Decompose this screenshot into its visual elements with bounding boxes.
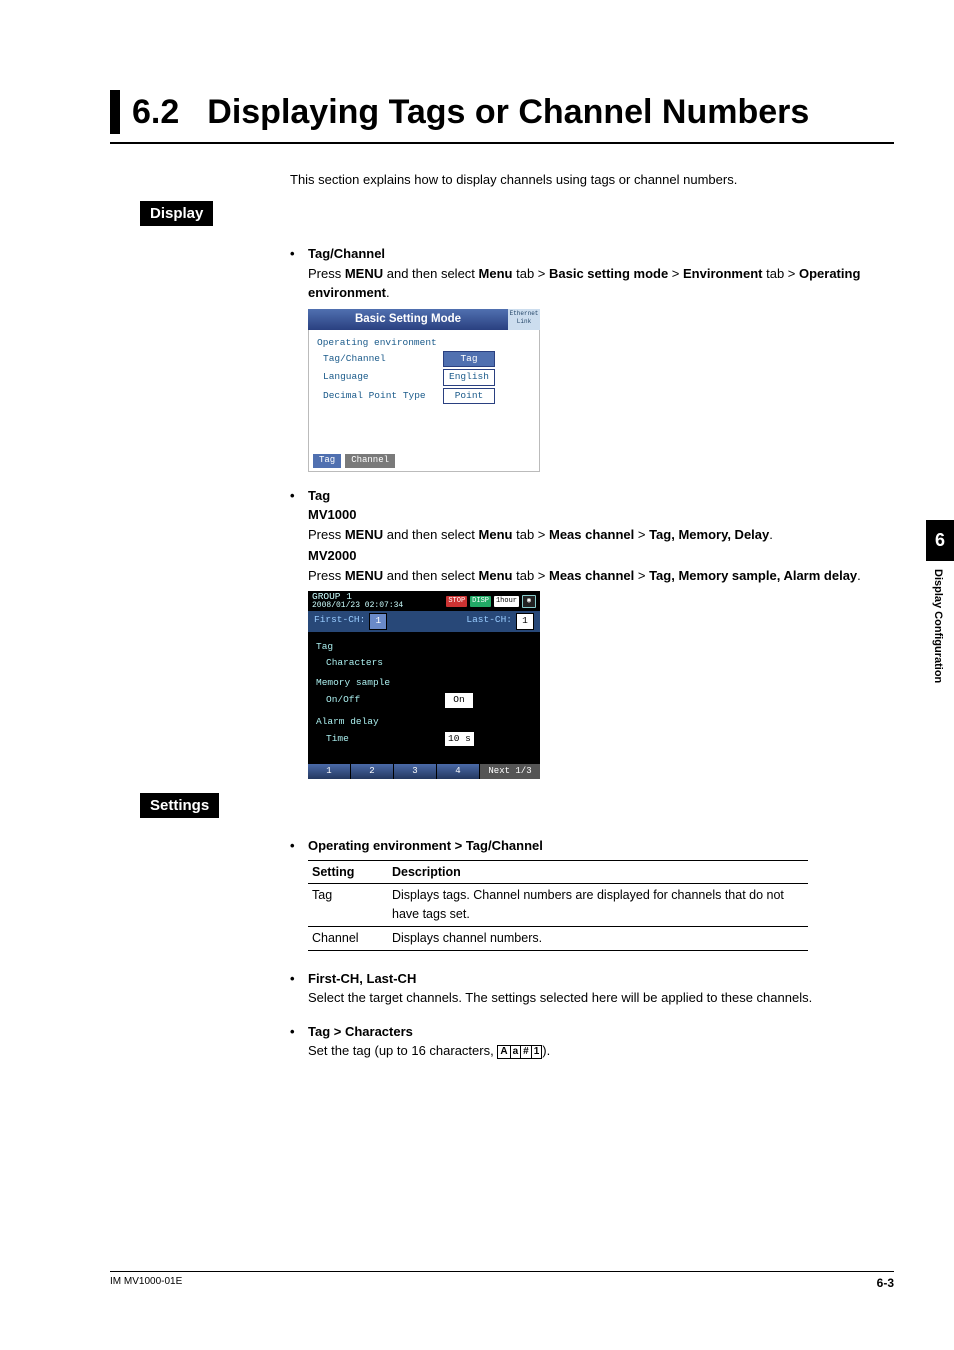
section-title: Displaying Tags or Channel Numbers (207, 92, 809, 133)
page-title-bar: 6.2 Displaying Tags or Channel Numbers (110, 90, 894, 144)
shot1-setting-label: Decimal Point Type (323, 389, 443, 403)
disp-badge: DISP (470, 596, 491, 607)
shot1-setting-row: LanguageEnglish (315, 368, 533, 386)
col-setting: Setting (308, 860, 388, 884)
shot1-footer-tab[interactable]: Tag (312, 454, 342, 468)
bullet-icon: • (290, 244, 308, 264)
camera-icon: ◉ (522, 595, 536, 608)
shot1-setting-label: Language (323, 370, 443, 384)
shot1-titlebar: Basic Setting Mode (308, 309, 508, 330)
tag-chars-body: Set the tag (up to 16 characters, Aa#1). (308, 1041, 894, 1061)
screenshot-channel-settings: GROUP 1 2008/01/23 02:07:34 STOP DISP 1h… (308, 591, 540, 779)
mv1000-instruction: Press MENU and then select Menu tab > Me… (308, 525, 894, 545)
shot2-footer-tab[interactable]: 4 (437, 764, 480, 780)
last-ch-field[interactable]: 1 (516, 613, 534, 629)
shot2-tag-section: Tag (316, 640, 532, 654)
shot1-setting-value[interactable]: Point (443, 388, 495, 404)
chapter-tab: 6 Display Configuration (926, 520, 954, 683)
footer-page-number: 6-3 (877, 1276, 894, 1290)
shot2-next-button[interactable]: Next 1/3 (480, 764, 540, 780)
shot2-memory-section: Memory sample (316, 676, 532, 690)
onoff-label: On/Off (326, 693, 444, 707)
bullet-icon: • (290, 486, 308, 506)
bullet-icon: • (290, 969, 308, 989)
characters-field[interactable] (444, 662, 516, 664)
title-accent (110, 90, 120, 134)
first-ch-label: First-CH: (314, 613, 365, 629)
page-footer: IM MV1000-01E 6-3 (110, 1271, 894, 1290)
screenshot-basic-setting-mode: Basic Setting Mode Ethernet Link Operati… (308, 309, 540, 472)
table-cell-description: Displays channel numbers. (388, 926, 808, 950)
mv1000-label: MV1000 (308, 505, 894, 525)
characters-label: Characters (326, 656, 444, 670)
table-cell-description: Displays tags. Channel numbers are displ… (388, 884, 808, 927)
shot2-footer-tab[interactable]: 3 (394, 764, 437, 780)
tag-heading: Tag (308, 486, 330, 506)
shot2-footer-tab[interactable]: 2 (351, 764, 394, 780)
table-row: TagDisplays tags. Channel numbers are di… (308, 884, 808, 927)
tag-channel-instruction: Press MENU and then select Menu tab > Ba… (308, 264, 894, 303)
onoff-field[interactable]: On (444, 692, 474, 708)
display-label: Display (140, 201, 213, 226)
shot1-setting-row: Tag/ChannelTag (315, 350, 533, 368)
table-cell-setting: Channel (308, 926, 388, 950)
first-last-heading: First-CH, Last-CH (308, 969, 416, 989)
tag-chars-heading: Tag > Characters (308, 1022, 413, 1042)
last-ch-label: Last-CH: (466, 613, 512, 629)
first-ch-field[interactable]: 1 (369, 613, 387, 629)
shot2-datetime: 2008/01/23 02:07:34 (312, 601, 403, 610)
op-env-heading: Operating environment > Tag/Channel (308, 836, 543, 856)
settings-table: Setting Description TagDisplays tags. Ch… (308, 860, 808, 951)
shot1-heading: Operating environment (315, 336, 533, 350)
shot1-footer-tab[interactable]: Channel (344, 454, 396, 468)
table-row: ChannelDisplays channel numbers. (308, 926, 808, 950)
character-type-icon: Aa#1 (497, 1045, 542, 1059)
time-field[interactable]: 10 s (444, 731, 475, 747)
settings-label: Settings (140, 793, 219, 818)
shot1-setting-label: Tag/Channel (323, 352, 443, 366)
tag-channel-heading: Tag/Channel (308, 244, 385, 264)
ethernet-badge: Ethernet Link (508, 309, 540, 330)
bullet-icon: • (290, 836, 308, 856)
shot1-setting-value[interactable]: Tag (443, 351, 495, 367)
section-number: 6.2 (132, 92, 179, 133)
mv2000-label: MV2000 (308, 546, 894, 566)
shot1-setting-row: Decimal Point TypePoint (315, 387, 533, 405)
col-description: Description (388, 860, 808, 884)
shot1-setting-value[interactable]: English (443, 369, 495, 385)
first-last-body: Select the target channels. The settings… (308, 988, 894, 1008)
footer-doc-id: IM MV1000-01E (110, 1276, 182, 1290)
time-badge: 1hour (494, 596, 519, 607)
intro-text: This section explains how to display cha… (290, 172, 894, 187)
shot2-alarm-section: Alarm delay (316, 715, 532, 729)
stop-badge: STOP (446, 596, 467, 607)
shot2-group: GROUP 1 (312, 592, 403, 601)
chapter-number: 6 (926, 520, 954, 561)
chapter-label: Display Configuration (932, 561, 944, 683)
time-label: Time (326, 732, 444, 746)
mv2000-instruction: Press MENU and then select Menu tab > Me… (308, 566, 894, 586)
table-cell-setting: Tag (308, 884, 388, 927)
bullet-icon: • (290, 1022, 308, 1042)
shot2-footer-tab[interactable]: 1 (308, 764, 351, 780)
